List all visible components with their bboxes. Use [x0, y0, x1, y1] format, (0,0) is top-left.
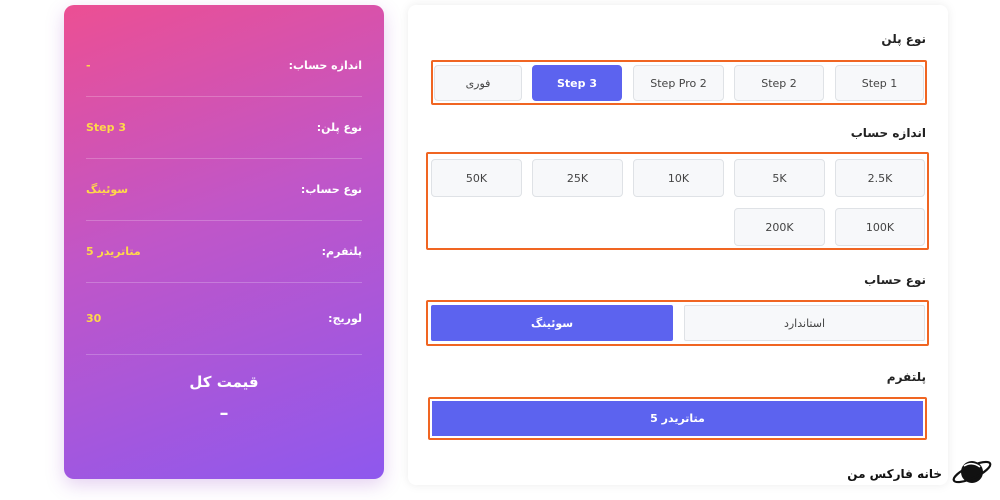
plan-option-step-1[interactable]: Step 1 [835, 65, 924, 101]
account-size-group: 2.5K 5K 10K 25K 50K 100K 200K [426, 152, 929, 250]
plan-option-step-2[interactable]: Step 2 [734, 65, 824, 101]
brand-logo: خانه فارکس من [847, 454, 994, 494]
summary-label: پلتفرم: [321, 245, 362, 258]
planet-icon [950, 452, 994, 496]
size-option-5k[interactable]: 5K [734, 159, 825, 197]
summary-row-account-type: نوع حساب: سوئینگ [86, 159, 362, 221]
size-option-50k[interactable]: 50K [431, 159, 522, 197]
account-option-standard[interactable]: استاندارد [684, 305, 925, 341]
plan-option-step-3[interactable]: Step 3 [532, 65, 622, 101]
size-option-10k[interactable]: 10K [633, 159, 724, 197]
plan-option-instant[interactable]: فوری [434, 65, 522, 101]
platform-option-metatrader-5[interactable]: متاتریدر 5 [432, 401, 923, 436]
summary-row-platform: پلتفرم: متاتریدر 5 [86, 221, 362, 283]
size-option-200k[interactable]: 200K [734, 208, 825, 246]
summary-row-account-size: اندازه حساب: - [86, 35, 362, 97]
plan-option-step-pro-2[interactable]: Step Pro 2 [633, 65, 724, 101]
summary-label: نوع حساب: [300, 183, 362, 196]
summary-value: Step 3 [86, 121, 126, 134]
platform-title: پلتفرم [886, 370, 926, 384]
account-option-swing[interactable]: سوئینگ [431, 305, 673, 341]
summary-row-leverage: لوریج: 30 [86, 283, 362, 355]
summary-value: - [86, 59, 91, 72]
plan-type-group: Step 1 Step 2 Step Pro 2 Step 3 فوری [431, 60, 927, 105]
summary-label: لوریج: [328, 312, 362, 325]
order-summary-panel: اندازه حساب: - نوع پلن: Step 3 نوع حساب:… [64, 5, 384, 479]
size-option-25k[interactable]: 25K [532, 159, 623, 197]
summary-value: سوئینگ [86, 183, 129, 196]
total-price-value: – [219, 403, 229, 424]
summary-label: نوع پلن: [316, 121, 362, 134]
brand-name: خانه فارکس من [847, 467, 942, 481]
plan-configurator-card: نوع پلن Step 1 Step 2 Step Pro 2 Step 3 … [408, 5, 948, 485]
summary-value: متاتریدر 5 [86, 245, 141, 258]
summary-value: 30 [86, 312, 102, 325]
plan-type-title: نوع پلن [881, 32, 926, 46]
account-type-group: استاندارد سوئینگ [426, 300, 929, 346]
size-option-2-5k[interactable]: 2.5K [835, 159, 925, 197]
total-price-title: قیمت کل [189, 373, 259, 391]
size-option-100k[interactable]: 100K [835, 208, 925, 246]
account-type-title: نوع حساب [864, 273, 926, 287]
summary-row-plan-type: نوع پلن: Step 3 [86, 97, 362, 159]
platform-group: متاتریدر 5 [428, 397, 927, 440]
summary-label: اندازه حساب: [288, 59, 362, 72]
account-size-title: اندازه حساب [850, 126, 926, 140]
